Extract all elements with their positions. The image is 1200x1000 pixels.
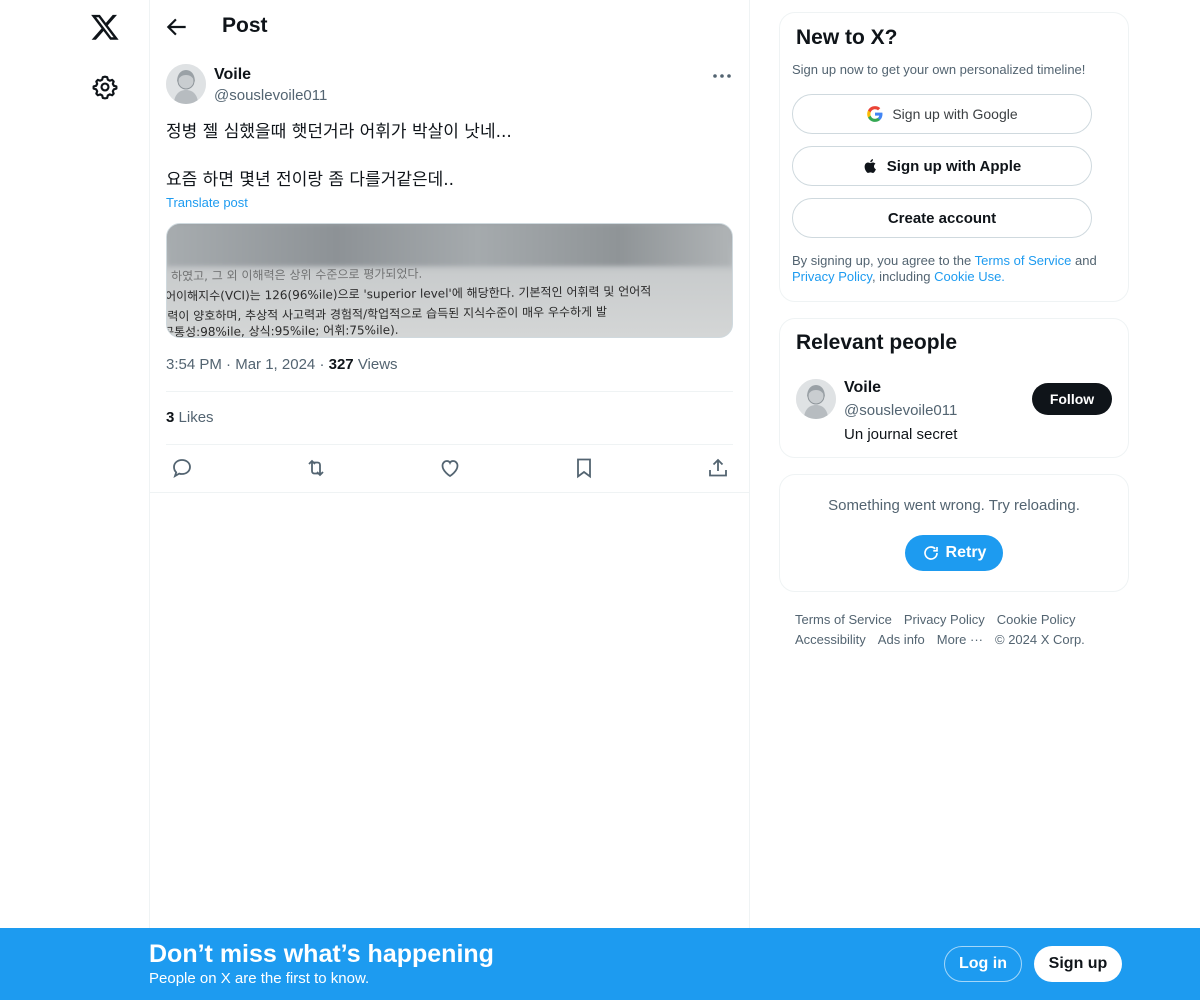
page-title: Post (222, 14, 268, 37)
footer-link[interactable]: Privacy Policy (904, 610, 985, 630)
avatar[interactable] (796, 379, 836, 419)
post-meta: 3:54 PM · Mar 1, 2024 · 327 Views (166, 356, 398, 373)
avatar[interactable] (166, 64, 206, 104)
x-logo-icon[interactable] (90, 12, 120, 42)
likes-label: Likes (178, 409, 214, 426)
signup-card-title: New to X? (796, 26, 898, 49)
banner-title: Don’t miss what’s happening (149, 940, 494, 968)
refresh-icon (923, 546, 938, 560)
relevant-people-title: Relevant people (796, 331, 958, 354)
bookmark-icon[interactable] (572, 456, 596, 480)
repost-icon[interactable] (304, 456, 328, 480)
post-time[interactable]: 3:54 PM (166, 356, 222, 373)
retry-button[interactable]: Retry (905, 535, 1003, 571)
divider (150, 492, 750, 493)
post-text-line: 요즘 하면 몇년 전이랑 좀 다를거같은데.. (166, 170, 455, 190)
footer-link[interactable]: Terms of Service (795, 610, 892, 630)
footer-link[interactable]: Cookie Policy (997, 610, 1076, 630)
signup-card: New to X? Sign up now to get your own pe… (779, 12, 1129, 302)
relevant-person-bio: Un journal secret (844, 426, 958, 443)
post-text-line (166, 144, 736, 168)
signup-apple-button[interactable]: Sign up with Apple (792, 146, 1092, 186)
image-blurred-top (167, 224, 732, 266)
author-name[interactable]: Voile (214, 66, 251, 84)
legal-and: and (1071, 253, 1097, 268)
share-icon[interactable] (706, 456, 730, 480)
relevant-person-name[interactable]: Voile (844, 379, 881, 397)
relevant-people-card: Relevant people Voile @souslevoile011 Un… (779, 318, 1129, 458)
legal-prefix: By signing up, you agree to the (792, 253, 975, 268)
left-nav (0, 0, 150, 1000)
divider (166, 444, 733, 445)
divider (166, 391, 733, 392)
footer-link[interactable]: Ads info (878, 630, 925, 650)
gear-icon[interactable] (92, 74, 118, 100)
post-text: 정병 젤 심했을때 햇던거라 어휘가 박살이 낫네... 요즘 하면 몇년 전이… (166, 120, 736, 192)
login-banner: Don’t miss what’s happening People on X … (0, 928, 1200, 1000)
signup-apple-label: Sign up with Apple (886, 157, 1022, 175)
privacy-link[interactable]: Privacy Policy (792, 269, 872, 284)
views-count: 327 (328, 356, 354, 373)
reply-icon[interactable] (170, 456, 194, 480)
banner-subtitle: People on X are the first to know. (149, 970, 370, 987)
post-image[interactable]: 하였고, 그 외 이해력은 상위 수준으로 평가되었다. 어이해지수(VCI)는… (166, 223, 733, 338)
error-card: Something went wrong. Try reloading. Ret… (779, 474, 1129, 592)
signup-button[interactable]: Sign up (1034, 946, 1122, 982)
image-text-line: 어이해지수(VCI)는 126(96%ile)으로 'superior leve… (166, 284, 652, 304)
error-message: Something went wrong. Try reloading. (828, 497, 1080, 514)
footer-link[interactable]: Accessibility (795, 630, 866, 650)
cookie-use-link[interactable]: Cookie Use. (934, 269, 1005, 284)
retry-label: Retry (945, 544, 987, 561)
signup-google-label: Sign up with Google (892, 106, 1018, 122)
copyright: © 2024 X Corp. (995, 632, 1085, 647)
follow-button[interactable]: Follow (1032, 383, 1112, 415)
like-icon[interactable] (438, 456, 462, 480)
google-icon (867, 106, 883, 122)
post-header: Post (150, 0, 750, 54)
post-text-line: 정병 젤 심했을때 햇던거라 어휘가 박살이 낫네... (166, 122, 512, 142)
main-column: Post Voile @souslevoile011 정병 젤 심했을때 햇던거… (149, 0, 750, 1000)
signup-google-button[interactable]: Sign up with Google (792, 94, 1092, 134)
arrow-left-icon[interactable] (164, 14, 190, 40)
translate-post-link[interactable]: Translate post (166, 195, 248, 210)
views-label: Views (357, 356, 398, 373)
more-options-icon[interactable] (710, 66, 734, 86)
footer-link[interactable]: More ··· (937, 630, 983, 650)
legal-including: , including (871, 269, 935, 284)
author-handle[interactable]: @souslevoile011 (214, 87, 327, 104)
login-button[interactable]: Log in (944, 946, 1022, 982)
create-account-label: Create account (887, 209, 997, 227)
post-date[interactable]: Mar 1, 2024 (235, 356, 315, 373)
create-account-button[interactable]: Create account (792, 198, 1092, 238)
footer-links: Terms of Service Privacy Policy Cookie Pol… (795, 610, 1125, 650)
apple-icon (864, 159, 876, 173)
signup-card-subtitle: Sign up now to get your own personalized… (792, 62, 1086, 77)
likes-summary[interactable]: 3 Likes (166, 409, 214, 426)
relevant-person-handle[interactable]: @souslevoile011 (844, 402, 957, 419)
signup-legal-text: By signing up, you agree to the Terms of… (792, 253, 1122, 285)
terms-link[interactable]: Terms of Service (975, 253, 1072, 268)
likes-count: 3 (166, 409, 175, 426)
